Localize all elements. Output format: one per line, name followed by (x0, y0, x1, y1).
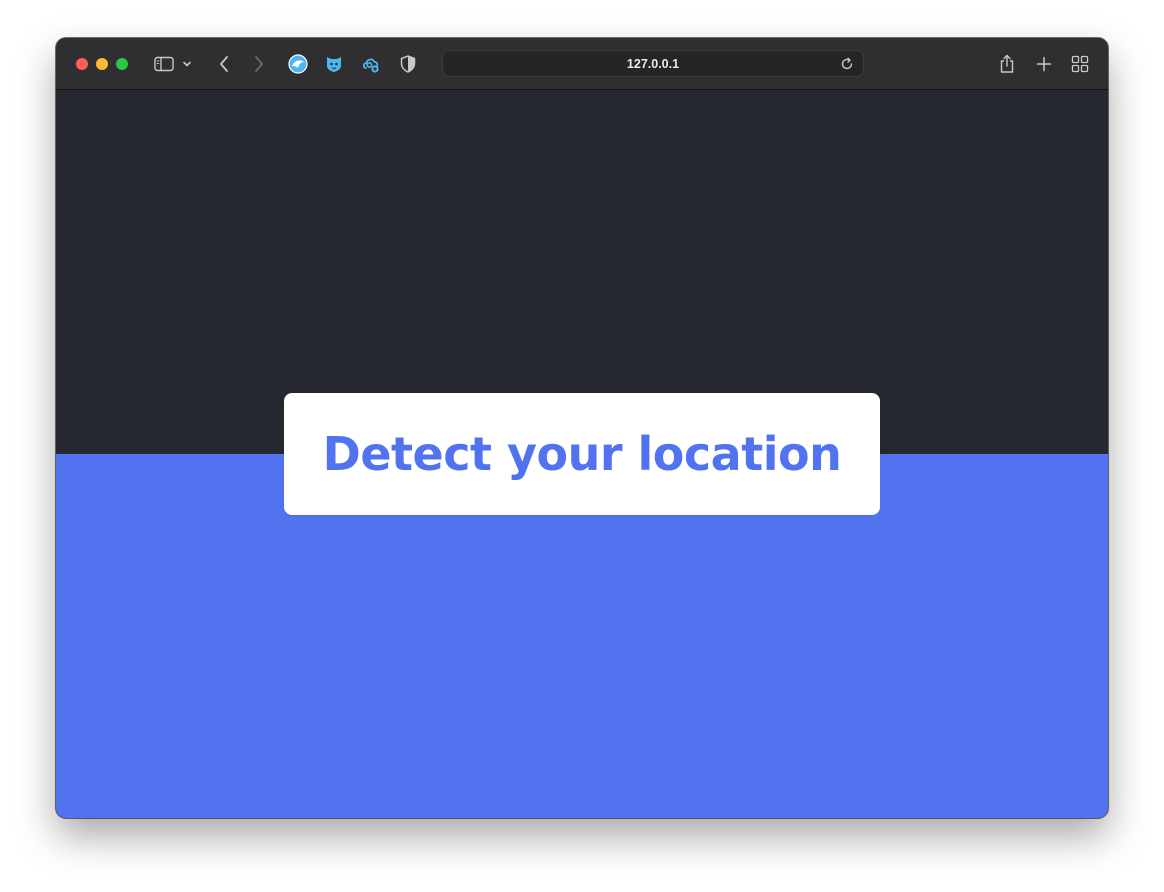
minimize-window-button[interactable] (96, 58, 108, 70)
back-icon[interactable] (212, 52, 236, 76)
extension-globe-icon[interactable] (286, 52, 310, 76)
detect-location-label: Detect your location (322, 427, 842, 481)
page-viewport: Detect your location (56, 91, 1108, 818)
reload-icon[interactable] (839, 56, 855, 72)
maximize-window-button[interactable] (116, 58, 128, 70)
browser-toolbar: 127.0.0.1 (56, 38, 1108, 90)
chevron-down-icon[interactable] (179, 52, 195, 76)
detect-location-button[interactable]: Detect your location (284, 393, 880, 515)
close-window-button[interactable] (76, 58, 88, 70)
tab-overview-icon[interactable] (1068, 52, 1092, 76)
extension-shield-cat-icon[interactable] (322, 52, 346, 76)
extension-cloud-icon[interactable] (359, 52, 383, 76)
url-text: 127.0.0.1 (626, 56, 680, 71)
sidebar-icon[interactable] (152, 52, 176, 76)
forward-icon[interactable] (247, 52, 271, 76)
privacy-shield-icon[interactable] (396, 52, 420, 76)
new-tab-icon[interactable] (1032, 52, 1056, 76)
browser-window: 127.0.0.1 Detect your location (56, 38, 1108, 818)
share-icon[interactable] (995, 52, 1019, 76)
address-bar[interactable]: 127.0.0.1 (442, 50, 864, 77)
